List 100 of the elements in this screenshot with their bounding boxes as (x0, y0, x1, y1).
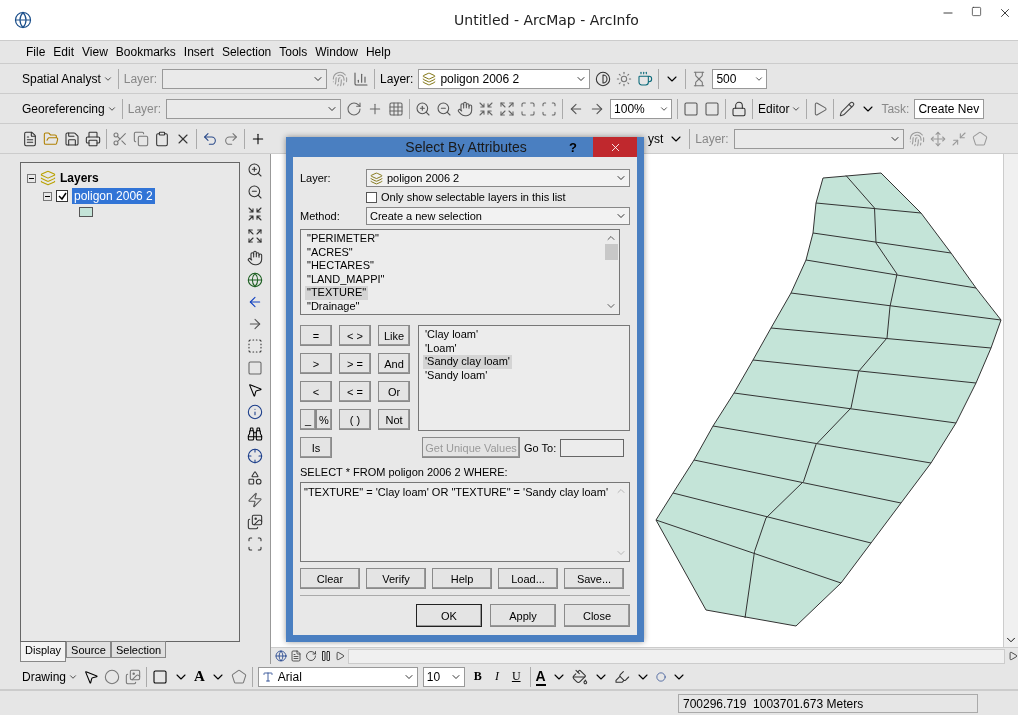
action-button[interactable]: Save... (564, 568, 624, 589)
back-icon[interactable] (247, 294, 263, 310)
italic-button[interactable]: I (490, 669, 503, 684)
histogram-icon[interactable] (353, 70, 370, 87)
action-button[interactable]: Verify (366, 568, 426, 589)
operator-button[interactable]: = (300, 325, 332, 346)
redo-icon[interactable] (223, 130, 239, 147)
layout-view-icon[interactable] (290, 650, 302, 662)
refresh-icon[interactable] (305, 650, 317, 662)
go-to-xy-icon[interactable] (247, 448, 263, 464)
dialog-button[interactable]: Apply (490, 604, 556, 627)
menu-item[interactable]: Window (315, 45, 358, 59)
field-item[interactable]: "HECTARES" (305, 259, 376, 273)
scroll-right-icon[interactable] (1008, 651, 1018, 661)
pan-icon[interactable] (247, 250, 263, 266)
operator-button[interactable]: And (378, 353, 410, 374)
menu-item[interactable]: Edit (53, 45, 75, 59)
dialog-button[interactable]: Close (564, 604, 630, 627)
select-icon[interactable] (247, 338, 263, 354)
menu-item[interactable]: View (82, 45, 108, 59)
operator-button[interactable]: > = (339, 353, 371, 374)
pan-icon[interactable] (457, 100, 474, 117)
new-text-tool[interactable]: A (194, 668, 205, 685)
fill-color-icon[interactable] (571, 668, 588, 685)
font-dropdown[interactable]: Arial (257, 666, 418, 687)
forward-icon[interactable] (247, 316, 263, 332)
menu-item[interactable]: Help (365, 45, 391, 59)
identify-icon[interactable] (247, 404, 263, 420)
copy-icon[interactable] (133, 130, 149, 147)
operator-button[interactable]: Like (378, 325, 410, 346)
operator-button[interactable]: _ (300, 409, 316, 430)
panel-tab[interactable]: Source (66, 641, 111, 658)
dialog-button[interactable]: OK (416, 604, 482, 627)
go-to-field[interactable] (560, 438, 625, 457)
operator-button[interactable]: Or (378, 381, 410, 402)
zoom-out-icon[interactable] (436, 100, 453, 117)
bold-button[interactable]: B (469, 669, 486, 684)
panel-tab[interactable]: Selection (110, 641, 167, 658)
field-item[interactable]: "TEXTURE" (305, 286, 369, 300)
task-dropdown[interactable]: Create Nev (914, 98, 985, 119)
selectable-checkbox[interactable] (366, 191, 377, 203)
data-view-icon[interactable] (275, 650, 287, 662)
panel-tab[interactable]: Display (20, 642, 67, 662)
action-button[interactable]: Help (432, 568, 492, 589)
font-color-button[interactable]: A (535, 667, 546, 686)
menu-item[interactable]: File (26, 45, 46, 59)
layer-name[interactable]: poligon 2006 2 (72, 188, 155, 204)
line-color-icon[interactable] (613, 668, 630, 685)
menu-item[interactable]: Tools (279, 45, 308, 59)
menu-item[interactable]: Selection (221, 45, 272, 59)
operator-button[interactable]: < > (339, 325, 371, 346)
field-item[interactable]: "ACRES" (305, 245, 355, 259)
field-item[interactable]: "Drainage" (305, 299, 362, 313)
method-dropdown[interactable]: Create a new selection (366, 207, 630, 225)
lock-icon[interactable] (731, 100, 748, 117)
scroll-thumb[interactable] (604, 244, 618, 260)
action-button[interactable]: Load... (498, 568, 558, 589)
paste-icon[interactable] (154, 130, 170, 147)
pointer-icon[interactable] (247, 382, 263, 398)
operator-button[interactable]: Is (300, 437, 332, 458)
print-icon[interactable] (85, 130, 101, 147)
maximize-icon[interactable] (971, 6, 982, 17)
operator-button[interactable]: Not (378, 409, 410, 430)
pause-icon[interactable] (320, 650, 332, 662)
spatial-analyst-menu[interactable]: yst (648, 131, 664, 146)
operator-button[interactable]: < (300, 381, 332, 402)
globe-icon[interactable] (247, 272, 263, 288)
fields-list[interactable]: "PERIMETER" "ACRES" "HECTARES" "LAND_MAPPI" "TEXTURE" "Drainage" (300, 229, 620, 315)
operator-button[interactable]: % (316, 409, 332, 430)
operator-button[interactable]: ( ) (339, 409, 371, 430)
field-item[interactable]: "PERIMETER" (305, 232, 381, 246)
drawing-menu[interactable]: Drawing (22, 669, 78, 684)
undo-icon[interactable] (202, 130, 218, 147)
pointer-icon[interactable] (83, 668, 99, 685)
fixed-zoom-out-icon[interactable] (247, 228, 263, 244)
menu-item[interactable]: Bookmarks (115, 45, 176, 59)
help-button[interactable]: ? (569, 139, 577, 155)
layer-dropdown[interactable]: poligon 2006 2 (366, 169, 630, 187)
editor-menu[interactable]: Editor (758, 101, 802, 116)
flicker-rate-field[interactable]: 500 (712, 68, 768, 89)
find-icon[interactable] (247, 426, 263, 442)
menu-item[interactable]: Insert (183, 45, 214, 59)
operator-button[interactable]: < = (339, 381, 371, 402)
layer-checkbox[interactable] (56, 190, 68, 202)
cut-icon[interactable] (112, 130, 128, 147)
fixed-zoom-in-icon[interactable] (247, 206, 263, 222)
fixed-zoom-out-icon[interactable] (499, 100, 516, 117)
zoom-dropdown[interactable]: 100% (610, 98, 673, 119)
rectangle-icon[interactable] (152, 668, 168, 685)
close-icon[interactable] (998, 6, 1012, 20)
value-item[interactable]: 'Clay loam' (423, 328, 481, 342)
zoom-in-icon[interactable] (415, 100, 432, 117)
spatial-analyst-menu[interactable]: Spatial Analyst (22, 71, 113, 86)
georeferencing-menu[interactable]: Georeferencing (22, 101, 117, 116)
underline-button[interactable]: U (507, 669, 525, 684)
zoom-out-icon[interactable] (247, 184, 263, 200)
collapse-toggle[interactable] (27, 173, 36, 183)
value-item[interactable]: 'Sandy loam' (423, 368, 490, 382)
operator-button[interactable]: > (300, 353, 332, 374)
link-table-icon[interactable] (388, 100, 405, 117)
